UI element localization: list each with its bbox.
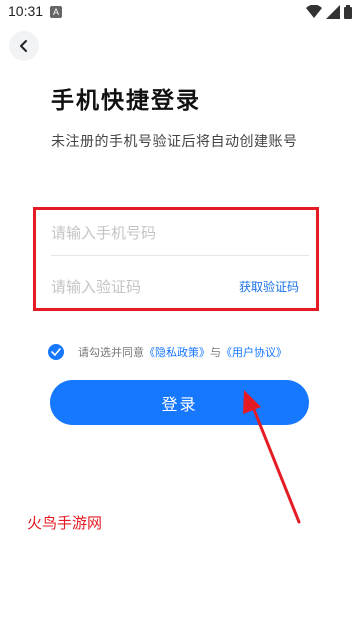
watermark: 火鸟手游网 xyxy=(27,514,103,532)
annotation-arrow xyxy=(243,390,301,524)
